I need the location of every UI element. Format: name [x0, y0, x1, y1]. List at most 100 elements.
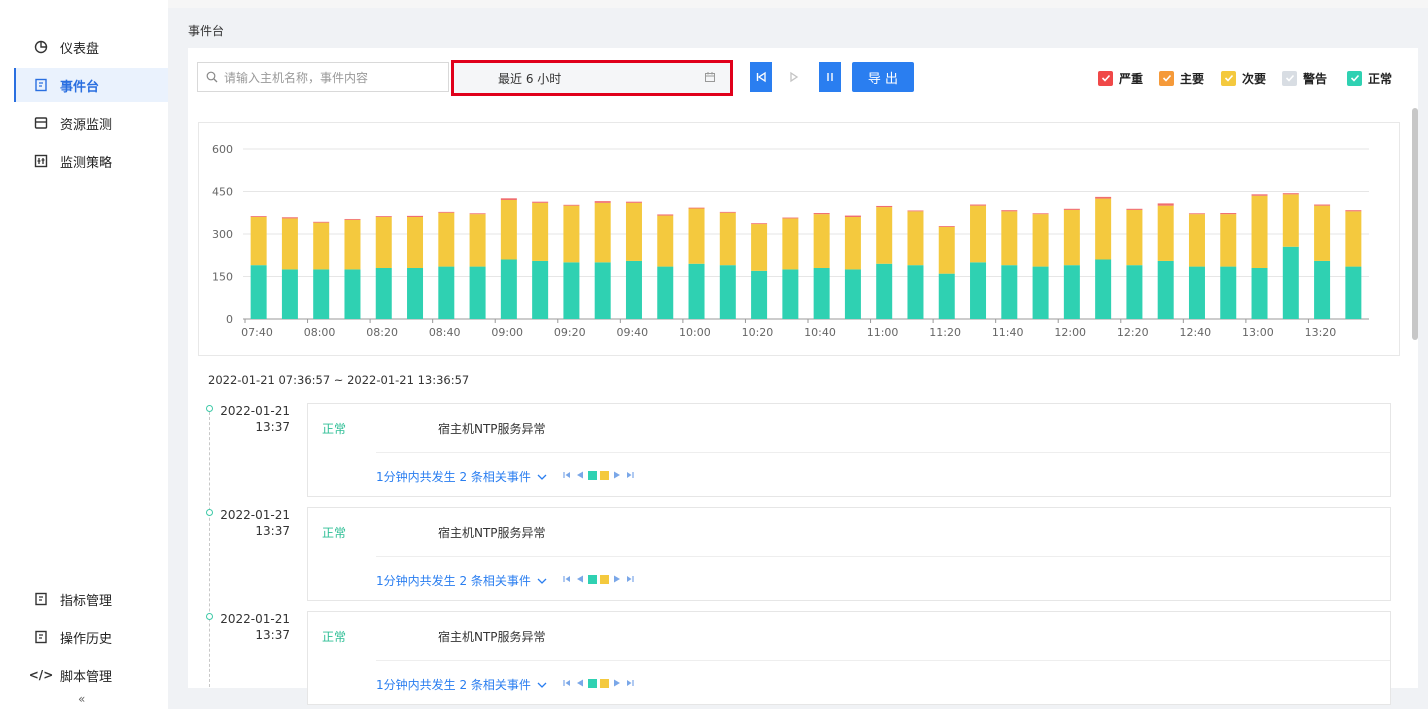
event-date: 2022-01-21: [220, 508, 290, 522]
bar-segment: [1095, 196, 1112, 199]
sidebar-item-script-manage[interactable]: </> 脚本管理: [14, 658, 168, 692]
x-tick-label: 09:40: [616, 326, 648, 339]
bar-segment: [1314, 204, 1331, 206]
normal-marker[interactable]: [588, 574, 597, 584]
event-pager[interactable]: [562, 470, 635, 480]
x-tick-label: 10:20: [742, 326, 774, 339]
y-tick-label: 600: [212, 143, 233, 156]
first-page-icon[interactable]: [562, 574, 572, 584]
event-pager[interactable]: [562, 574, 635, 584]
first-page-icon[interactable]: [562, 678, 572, 688]
normal-marker[interactable]: [588, 470, 597, 480]
bar-segment: [344, 219, 361, 270]
event-status: 正常: [322, 422, 347, 436]
bar-segment: [876, 263, 893, 319]
checkbox-icon[interactable]: [1282, 70, 1297, 86]
bar-segment: [1188, 213, 1205, 215]
legend-item[interactable]: 次要: [1221, 69, 1266, 87]
play-button[interactable]: [783, 62, 805, 92]
bar-segment: [688, 208, 705, 264]
export-button[interactable]: 导 出: [852, 62, 914, 92]
bar-segment: [625, 201, 642, 203]
bar-segment: [1251, 268, 1268, 319]
x-tick-label: 11:00: [867, 326, 899, 339]
bar-segment: [844, 269, 861, 319]
checkbox-icon[interactable]: [1098, 70, 1113, 86]
related-events-link[interactable]: 1分钟内共发生 2 条相关事件: [376, 676, 548, 693]
sidebar-item-monitor-policy[interactable]: 监测策略: [14, 144, 168, 178]
legend-item[interactable]: 严重: [1098, 69, 1143, 87]
minor-marker[interactable]: [600, 678, 609, 688]
prev-icon[interactable]: [575, 574, 585, 584]
prev-icon[interactable]: [575, 470, 585, 480]
event-name[interactable]: 宿主机NTP服务异常: [438, 628, 546, 645]
minor-marker[interactable]: [600, 574, 609, 584]
event-card[interactable]: 正常 宿主机NTP服务异常 1分钟内共发生 2 条相关事件: [307, 507, 1391, 601]
bar-segment: [281, 269, 298, 319]
bar-segment: [1157, 260, 1174, 319]
monitor-icon: [32, 114, 50, 132]
related-events-link[interactable]: 1分钟内共发生 2 条相关事件: [376, 468, 548, 485]
first-page-icon[interactable]: [562, 470, 572, 480]
policy-icon: [32, 152, 50, 170]
bar-segment: [1282, 193, 1299, 195]
bar-segment: [1282, 246, 1299, 319]
bar-segment: [313, 221, 330, 223]
event-pager[interactable]: [562, 678, 635, 688]
prev-icon[interactable]: [575, 678, 585, 688]
sidebar-item-metric-manage[interactable]: 指标管理: [14, 582, 168, 616]
checkbox-icon[interactable]: [1347, 70, 1362, 86]
related-events-link[interactable]: 1分钟内共发生 2 条相关事件: [376, 572, 548, 589]
bar-segment: [625, 202, 642, 261]
step-back-button[interactable]: [750, 62, 772, 92]
last-page-icon[interactable]: [625, 574, 635, 584]
checkbox-icon[interactable]: [1221, 70, 1236, 86]
event-time: 13:37: [255, 628, 290, 642]
divider: [376, 660, 1390, 661]
normal-marker[interactable]: [588, 678, 597, 688]
x-tick-label: 09:20: [554, 326, 586, 339]
legend-item[interactable]: 正常: [1347, 69, 1392, 87]
sidebar-item-events[interactable]: 事件台: [14, 68, 168, 102]
legend-item[interactable]: 警告: [1282, 69, 1327, 87]
pause-button[interactable]: [819, 62, 841, 92]
code-icon: </>: [28, 668, 54, 682]
bar-segment: [1251, 194, 1268, 196]
scrollbar[interactable]: [1412, 108, 1418, 340]
bar-segment: [1345, 211, 1362, 267]
event-date: 2022-01-21: [220, 612, 290, 626]
bar-segment: [1220, 214, 1237, 267]
event-date: 2022-01-21: [220, 404, 290, 418]
sidebar-item-operation-history[interactable]: 操作历史: [14, 620, 168, 654]
bar-segment: [1188, 214, 1205, 267]
search-input[interactable]: 请输入主机名称，事件内容: [197, 62, 449, 92]
event-chart: 0 150 300 450 600 07:40 08:00 08:20 08:40 09:00 09…: [198, 122, 1400, 356]
doc-icon: [32, 628, 50, 646]
bar-segment: [719, 212, 736, 266]
collapse-sidebar-button[interactable]: «: [78, 692, 85, 706]
bar-segment: [1282, 194, 1299, 247]
bar-segment: [532, 202, 549, 261]
event-name[interactable]: 宿主机NTP服务异常: [438, 420, 546, 437]
event-name[interactable]: 宿主机NTP服务异常: [438, 524, 546, 541]
next-icon[interactable]: [612, 678, 622, 688]
next-icon[interactable]: [612, 574, 622, 584]
bar-segment: [625, 260, 642, 319]
pause-icon: [827, 73, 833, 81]
sidebar-item-dashboard[interactable]: 仪表盘: [14, 30, 168, 64]
search-icon: [206, 71, 218, 83]
bar-segment: [970, 262, 987, 319]
sidebar-item-resource-monitor[interactable]: 资源监测: [14, 106, 168, 140]
next-icon[interactable]: [612, 470, 622, 480]
time-range-picker[interactable]: 最近 6 小时: [451, 60, 733, 96]
checkbox-icon[interactable]: [1159, 70, 1174, 86]
bar-segment: [813, 213, 830, 215]
last-page-icon[interactable]: [625, 470, 635, 480]
event-card[interactable]: 正常 宿主机NTP服务异常 1分钟内共发生 2 条相关事件: [307, 611, 1391, 705]
minor-marker[interactable]: [600, 470, 609, 480]
event-card[interactable]: 正常 宿主机NTP服务异常 1分钟内共发生 2 条相关事件: [307, 403, 1391, 497]
legend-item[interactable]: 主要: [1159, 69, 1204, 87]
bar-segment: [313, 222, 330, 270]
last-page-icon[interactable]: [625, 678, 635, 688]
timeline-dot: [206, 405, 213, 412]
